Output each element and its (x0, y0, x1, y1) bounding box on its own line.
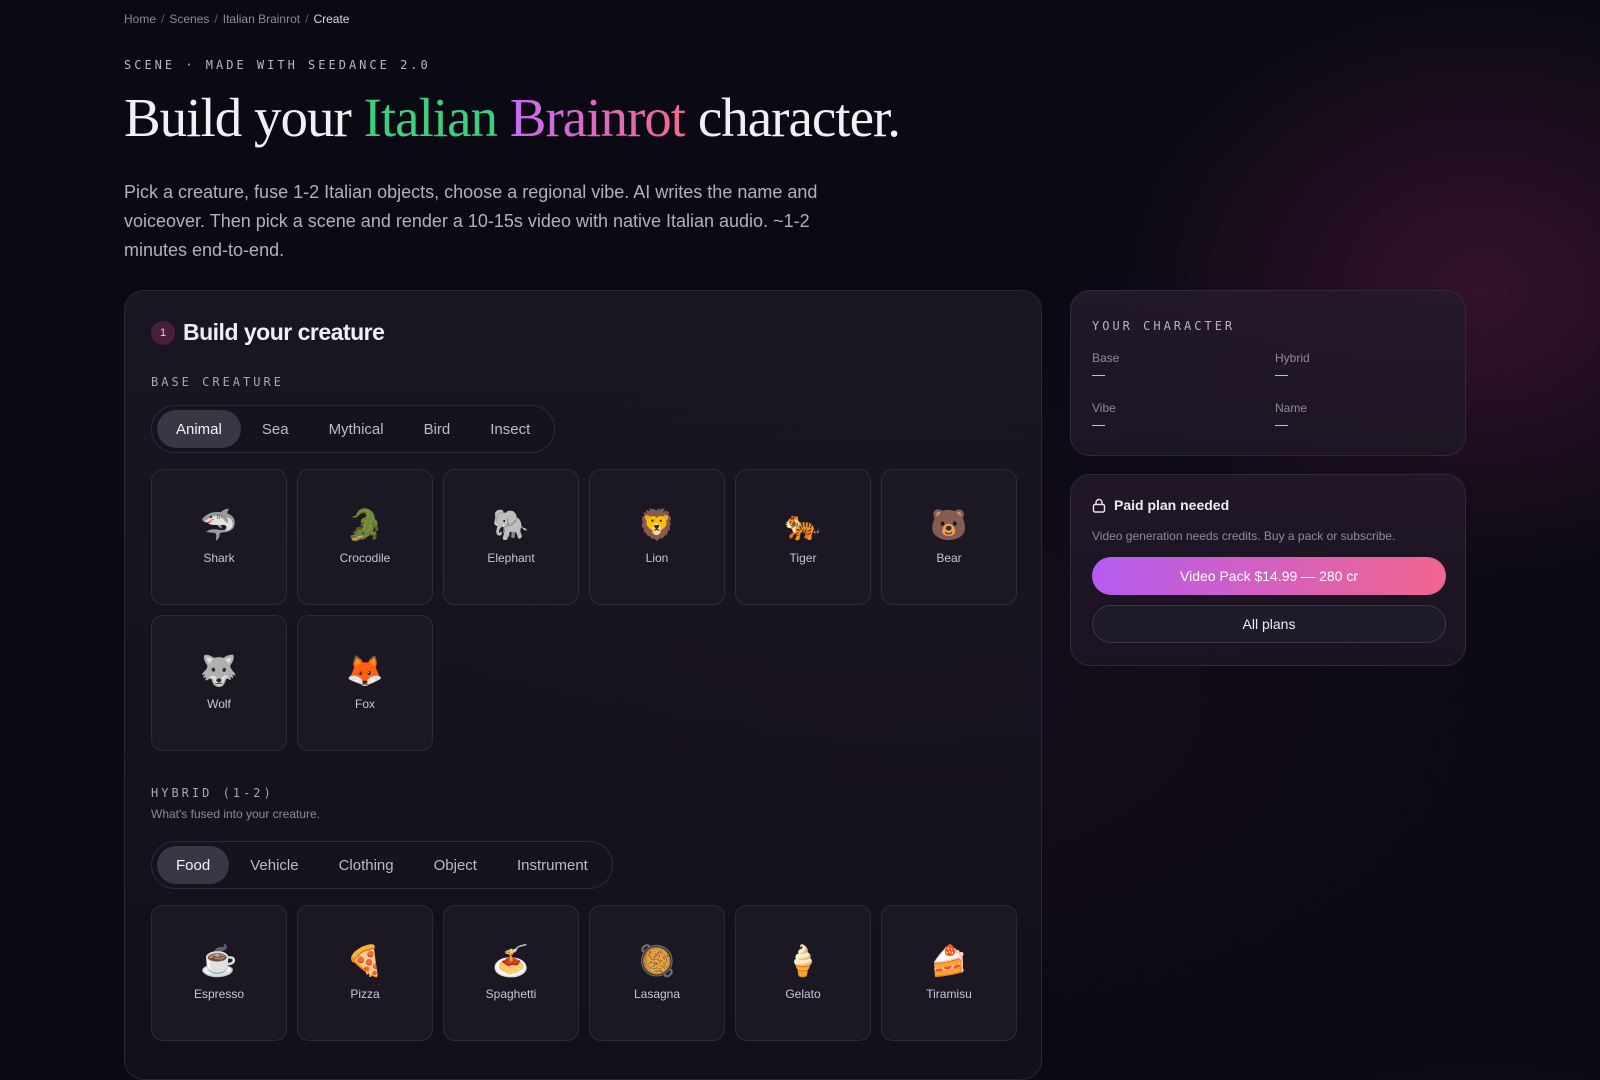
page-description: Pick a creature, fuse 1-2 Italian object… (124, 182, 818, 260)
field-value: — (1275, 367, 1288, 382)
character-field-base: Base — (1092, 351, 1119, 382)
breadcrumb-separator: / (305, 12, 309, 26)
hybrid-tabs: Food Vehicle Clothing Object Instrument (151, 841, 613, 889)
espresso-icon: ☕ (200, 945, 238, 978)
base-creature-label: BASE CREATURE (151, 375, 284, 389)
tile-label: Fox (354, 697, 375, 711)
tile-label: Wolf (207, 697, 231, 711)
base-tab-mythical[interactable]: Mythical (310, 410, 403, 448)
hybrid-tab-object[interactable]: Object (415, 846, 496, 884)
base-tab-bird[interactable]: Bird (405, 410, 470, 448)
character-field-vibe: Vibe — (1092, 401, 1116, 432)
tile-label: Crocodile (339, 551, 391, 565)
plan-title: Paid plan needed (1114, 497, 1230, 513)
pizza-icon: 🍕 (346, 945, 384, 978)
hybrid-tab-instrument[interactable]: Instrument (498, 846, 607, 884)
tile-label: Tiramisu (926, 987, 972, 1001)
base-tile-tiger[interactable]: 🐅 Tiger (735, 469, 871, 605)
crocodile-icon: 🐊 (346, 509, 384, 542)
hybrid-label: HYBRID (1-2) (151, 786, 274, 800)
title-suffix: character. (685, 87, 901, 148)
hybrid-tile-lasagna[interactable]: 🥘 Lasagna (589, 905, 725, 1041)
breadcrumb: Home / Scenes / Italian Brainrot / Create (124, 12, 349, 26)
tile-label: Lion (645, 551, 669, 565)
hybrid-tile-espresso[interactable]: ☕ Espresso (151, 905, 287, 1041)
breadcrumb-scenes[interactable]: Scenes (169, 12, 209, 26)
tile-label: Espresso (193, 987, 245, 1001)
tiger-icon: 🐅 (784, 509, 822, 542)
hybrid-tab-food[interactable]: Food (157, 846, 230, 884)
lion-icon: 🦁 (638, 509, 676, 542)
lasagna-icon: 🥘 (638, 945, 676, 978)
breadcrumb-home[interactable]: Home (124, 12, 156, 26)
tile-label: Tiger (789, 551, 817, 565)
step-title: Build your creature (183, 319, 385, 345)
hybrid-subtitle: What's fused into your creature. (151, 807, 321, 821)
build-creature-card: 1 Build your creature BASE CREATURE Anim… (124, 290, 1042, 1080)
field-key: Base (1092, 351, 1120, 365)
tiramisu-icon: 🍰 (930, 945, 968, 978)
base-tab-animal[interactable]: Animal (157, 410, 241, 448)
wolf-icon: 🐺 (200, 655, 238, 688)
base-tile-lion[interactable]: 🦁 Lion (589, 469, 725, 605)
spaghetti-icon: 🍝 (492, 945, 530, 978)
base-tile-elephant[interactable]: 🐘 Elephant (443, 469, 579, 605)
elephant-icon: 🐘 (492, 509, 530, 542)
paid-plan-card: Paid plan needed Video generation needs … (1070, 474, 1466, 666)
base-tile-bear[interactable]: 🐻 Bear (881, 469, 1017, 605)
field-key: Hybrid (1275, 351, 1310, 365)
title-italian: Italian (363, 87, 498, 148)
plan-header: Paid plan needed (1092, 497, 1229, 513)
breadcrumb-separator: / (161, 12, 165, 26)
scene-eyebrow: SCENE · MADE WITH SEEDANCE 2.0 (124, 58, 431, 72)
tile-label: Pizza (350, 987, 380, 1001)
character-field-hybrid: Hybrid — (1275, 351, 1310, 382)
page-title: Build your Italian Brainrot character. (124, 86, 901, 149)
your-character-title: YOUR CHARACTER (1092, 319, 1236, 333)
tile-label: Lasagna (633, 987, 681, 1001)
hybrid-tile-pizza[interactable]: 🍕 Pizza (297, 905, 433, 1041)
video-pack-button[interactable]: Video Pack $14.99 — 280 cr (1092, 557, 1446, 595)
base-tile-fox[interactable]: 🦊 Fox (297, 615, 433, 751)
title-prefix: Build your (124, 87, 364, 148)
breadcrumb-create: Create (313, 12, 350, 26)
base-tile-wolf[interactable]: 🐺 Wolf (151, 615, 287, 751)
breadcrumb-separator: / (214, 12, 218, 26)
step-header: 1 Build your creature (151, 319, 385, 346)
field-value: — (1092, 417, 1105, 432)
tile-label: Shark (203, 551, 235, 565)
base-tile-shark[interactable]: 🦈 Shark (151, 469, 287, 605)
all-plans-button[interactable]: All plans (1092, 605, 1446, 643)
breadcrumb-italian-brainrot[interactable]: Italian Brainrot (223, 12, 300, 26)
hybrid-tile-tiramisu[interactable]: 🍰 Tiramisu (881, 905, 1017, 1041)
plan-description: Video generation needs credits. Buy a pa… (1092, 529, 1396, 543)
step-number-badge: 1 (151, 320, 175, 345)
hybrid-tile-spaghetti[interactable]: 🍝 Spaghetti (443, 905, 579, 1041)
field-value: — (1275, 417, 1288, 432)
hybrid-tab-clothing[interactable]: Clothing (320, 846, 413, 884)
hybrid-tile-gelato[interactable]: 🍦 Gelato (735, 905, 871, 1041)
base-tab-insect[interactable]: Insect (471, 410, 549, 448)
bear-icon: 🐻 (930, 509, 968, 542)
character-field-name: Name — (1275, 401, 1307, 432)
field-key: Name (1275, 401, 1308, 415)
base-tab-sea[interactable]: Sea (243, 410, 308, 448)
base-creature-grid: 🦈 Shark 🐊 Crocodile 🐘 Elephant 🦁 Lion 🐅 Tiger 🐻 Bea… (151, 469, 1017, 751)
tile-label: Spaghetti (485, 987, 537, 1001)
field-value: — (1092, 367, 1105, 382)
base-creature-tabs: Animal Sea Mythical Bird Insect (151, 405, 556, 453)
tile-label: Elephant (487, 551, 535, 565)
field-key: Vibe (1092, 401, 1116, 415)
title-brainrot: Brainrot (509, 87, 686, 148)
fox-icon: 🦊 (346, 655, 384, 688)
your-character-card: YOUR CHARACTER Base — Hybrid — Vibe — Na… (1070, 290, 1466, 456)
gelato-icon: 🍦 (784, 945, 822, 978)
shark-icon: 🦈 (200, 509, 238, 542)
base-tile-crocodile[interactable]: 🐊 Crocodile (297, 469, 433, 605)
hybrid-tab-vehicle[interactable]: Vehicle (231, 846, 317, 884)
hybrid-grid: ☕ Espresso 🍕 Pizza 🍝 Spaghetti 🥘 Lasagna 🍦 Gelato… (151, 905, 1017, 1041)
lock-icon (1092, 498, 1106, 513)
tile-label: Gelato (785, 987, 821, 1001)
tile-label: Bear (936, 551, 962, 565)
